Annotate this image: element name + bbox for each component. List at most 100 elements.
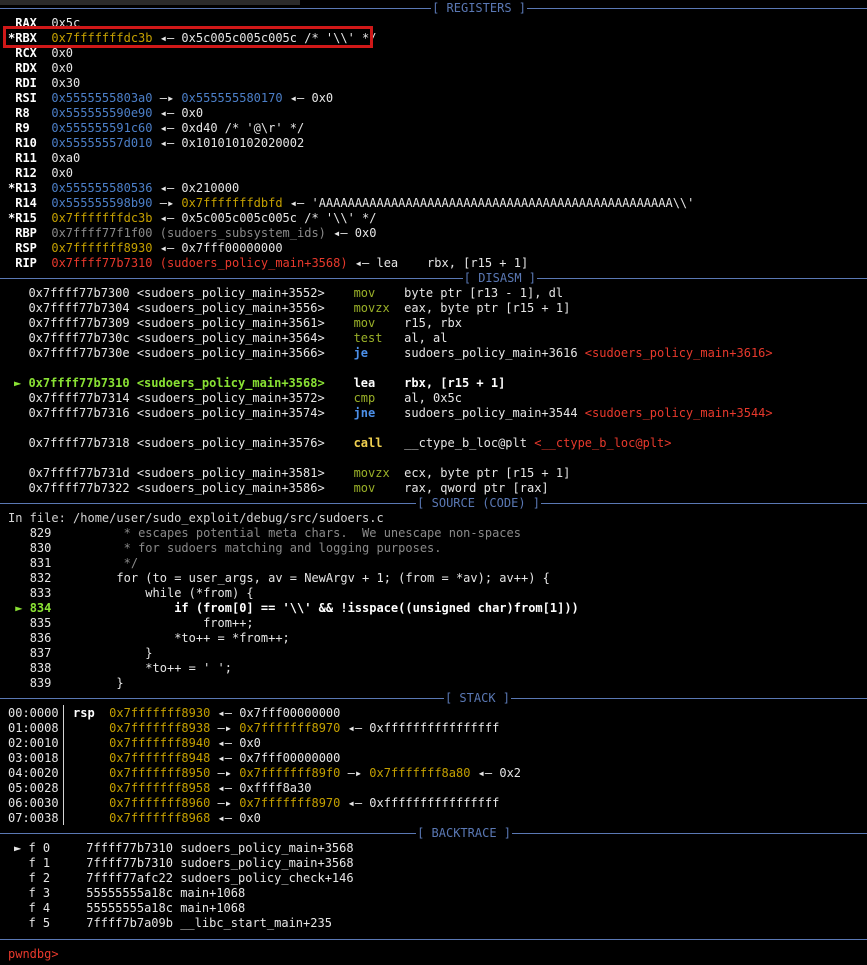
disasm-row: 0x7ffff77b7314 <sudoers_policy_main+3572…: [14, 391, 867, 406]
register-name: RDI: [8, 76, 45, 90]
disasm-mnemonic: movzx: [353, 466, 405, 480]
stack-register: [73, 736, 102, 750]
source-gutter: [8, 586, 30, 600]
stack-header: [ STACK ]: [0, 691, 867, 706]
register-name: RIP: [8, 256, 45, 270]
disasm-symbol: <sudoers_policy_main+3564>: [136, 331, 354, 345]
register-value: 0x555555591c60: [51, 121, 153, 135]
stack-title: [ STACK ]: [443, 691, 511, 706]
register-name: R14: [8, 196, 45, 210]
register-name: R9: [8, 121, 45, 135]
source-gutter: [8, 676, 30, 690]
disasm-gutter: [14, 301, 28, 315]
disasm-row: 0x7ffff77b7316 <sudoers_policy_main+3574…: [14, 406, 867, 421]
disasm-branch-target: <sudoers_policy_main+3544>: [584, 406, 773, 420]
stack-row: 02:0010 0x7fffffff8940 ◂— 0x0: [8, 736, 867, 751]
disasm-mnemonic: mov: [353, 481, 405, 495]
disasm-header: [ DISASM ]: [0, 271, 867, 286]
stack-deref-value: ◂— 0x7fff00000000: [210, 706, 341, 720]
register-name: *R13: [8, 181, 45, 195]
register-value: 0x555555590e90: [51, 106, 153, 120]
disasm-address: 0x7ffff77b7314: [28, 391, 137, 405]
disasm-mnemonic: test: [353, 331, 405, 345]
disasm-mnemonic: cmp: [353, 391, 405, 405]
frame-symbol: sudoers_policy_check+146: [180, 871, 354, 885]
stack-address: 0x7fffffff8940: [109, 736, 211, 750]
disasm-address: 0x7ffff77b730e: [28, 346, 137, 360]
registers-title: [ REGISTERS ]: [431, 1, 527, 16]
disasm-gutter: [14, 436, 28, 450]
frame-marker: ►: [14, 841, 29, 855]
stack-row: 01:0008 0x7fffffff8938 —▸ 0x7fffffff8970…: [8, 721, 867, 736]
source-line-number: 836: [29, 631, 59, 645]
disasm-mnemonic: movzx: [353, 301, 405, 315]
disasm-symbol: <sudoers_policy_main+3552>: [136, 286, 354, 300]
backtrace-frame: f 1 7ffff77b7310 sudoers_policy_main+356…: [14, 856, 867, 871]
register-name: RBP: [8, 226, 45, 240]
disasm-row: 0x7ffff77b7318 <sudoers_policy_main+3576…: [14, 436, 867, 451]
backtrace-frame: ► f 0 7ffff77b7310 sudoers_policy_main+3…: [14, 841, 867, 856]
backtrace-frame: f 2 7ffff77afc22 sudoers_policy_check+14…: [14, 871, 867, 886]
backtrace-frame: f 3 55555555a18c main+1068: [14, 886, 867, 901]
stack-deref-address: 0x7fffffff8970: [239, 796, 341, 810]
register-name: R12: [8, 166, 45, 180]
frame-number: f 0: [28, 841, 51, 855]
source-line: 839 }: [8, 676, 867, 691]
register-row: RBP 0x7ffff77f1f00 (sudoers_subsystem_id…: [8, 226, 867, 241]
register-row: R9 0x555555591c60 ◂— 0xd40 /* '@\r' */: [8, 121, 867, 136]
disasm-operands: rbx, [r15 + 1]: [404, 376, 506, 390]
stack-deref-value: ◂— 0x7fff00000000: [210, 751, 341, 765]
frame-marker: [14, 886, 28, 900]
disasm-operands: al, al: [404, 331, 448, 345]
frame-address: 7ffff77b7310: [86, 856, 173, 870]
frame-address: 7ffff7b7a09b: [86, 916, 173, 930]
frame-number: f 1: [28, 856, 51, 870]
stack-index: 07:0038: [8, 811, 59, 825]
source-code: for (to = user_args, av = NewArgv + 1; (…: [58, 571, 550, 585]
disasm-address: 0x7ffff77b7316: [28, 406, 137, 420]
register-name: *R15: [8, 211, 45, 225]
register-row: R11 0xa0: [8, 151, 867, 166]
source-line-number: 837: [29, 646, 59, 660]
register-row: RCX 0x0: [8, 46, 867, 61]
register-value: 0x30: [51, 76, 81, 90]
source-gutter: [8, 526, 30, 540]
register-row: R8 0x555555590e90 ◂— 0x0: [8, 106, 867, 121]
gdb-prompt[interactable]: pwndbg>: [8, 947, 867, 962]
register-deref: ◂— 0x101010102020002: [152, 136, 305, 150]
frame-address: 7ffff77afc22: [86, 871, 173, 885]
terminal-window[interactable]: [ REGISTERS ] RAX 0x5c *RBX 0x7fffffffdc3…: [0, 0, 867, 965]
disasm-row: 0x7ffff77b7322 <sudoers_policy_main+3586…: [14, 481, 867, 496]
stack-deref-value: ◂— 0xffffffffffffffff: [340, 721, 500, 735]
backtrace-header: [ BACKTRACE ]: [0, 826, 867, 841]
disasm-address: 0x7ffff77b7318: [28, 436, 137, 450]
source-code: if (from[0] == '\\' && !isspace((unsigne…: [58, 601, 579, 615]
register-name: RSP: [8, 241, 45, 255]
current-instruction-arrow: ►: [14, 376, 29, 390]
frame-address: 7ffff77b7310: [86, 841, 173, 855]
source-line: 835 from++;: [8, 616, 867, 631]
disasm-row: 0x7ffff77b7309 <sudoers_policy_main+3561…: [14, 316, 867, 331]
stack-address: 0x7fffffff8930: [109, 706, 211, 720]
register-row: R10 0x55555557d010 ◂— 0x101010102020002: [8, 136, 867, 151]
backtrace-title: [ BACKTRACE ]: [416, 826, 512, 841]
register-name: R8: [8, 106, 45, 120]
disasm-operands: __ctype_b_loc@plt: [404, 436, 527, 450]
frame-symbol: main+1068: [180, 901, 246, 915]
source-code: while (*from) {: [58, 586, 254, 600]
disasm-address: 0x7ffff77b7309: [28, 316, 137, 330]
registers-header: [ REGISTERS ]: [0, 1, 867, 16]
source-line: 832 for (to = user_args, av = NewArgv + …: [8, 571, 867, 586]
disasm-operands: al, 0x5c: [404, 391, 462, 405]
register-value: 0x5555555803a0: [51, 91, 153, 105]
stack-deref-value: ◂— 0xffffffffffffffff: [340, 796, 500, 810]
stack-address: 0x7fffffff8948: [109, 751, 211, 765]
pointer-arrow: —▸: [210, 796, 240, 810]
disasm-gutter: [14, 406, 28, 420]
source-header: [ SOURCE (CODE) ]: [0, 496, 867, 511]
disasm-operands: sudoers_policy_main+3616: [404, 346, 578, 360]
disasm-symbol: <sudoers_policy_main+3561>: [136, 316, 354, 330]
stack-deref-value: ◂— 0x0: [210, 736, 261, 750]
disasm-gutter: [14, 316, 28, 330]
register-row: RDI 0x30: [8, 76, 867, 91]
